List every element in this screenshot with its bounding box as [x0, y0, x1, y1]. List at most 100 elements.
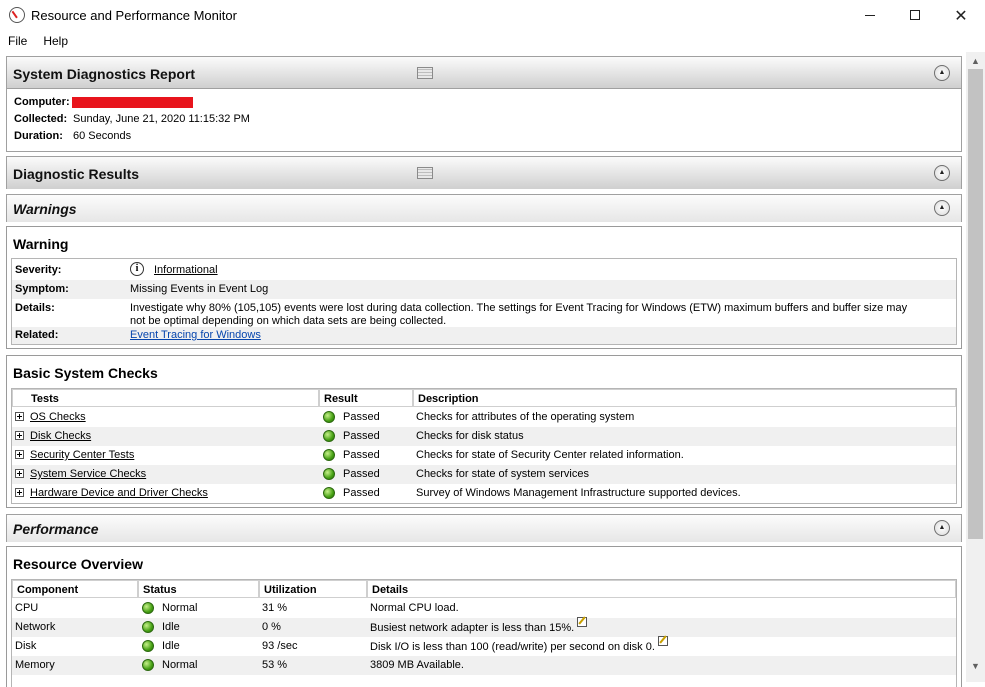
- passed-status-icon: [323, 468, 335, 480]
- passed-status-icon: [323, 449, 335, 461]
- details-label: Details:: [15, 302, 55, 314]
- diagnostic-view-icon[interactable]: [417, 167, 433, 179]
- component-utilization: 53 %: [262, 659, 288, 671]
- computer-name-redacted: [72, 97, 193, 108]
- maximize-button[interactable]: [892, 0, 938, 30]
- symptom-row: Symptom: Missing Events in Event Log: [12, 280, 956, 299]
- component-details: Disk I/O is less than 100 (read/write) p…: [370, 641, 655, 653]
- performance-panel: Performance ▲: [6, 514, 962, 542]
- vertical-scrollbar[interactable]: ▲ ▼: [966, 52, 985, 682]
- component-details-cell: Busiest network adapter is less than 15%…: [370, 617, 588, 634]
- report-content: System Diagnostics Report ▲ Computer: Co…: [0, 52, 966, 687]
- collected-label: Collected:: [14, 113, 68, 125]
- collapse-warnings-button[interactable]: ▲: [934, 200, 950, 216]
- details-line-1: Investigate why 80% (105,105) events wer…: [130, 302, 908, 314]
- column-description[interactable]: Description: [413, 389, 956, 407]
- component-name: Network: [15, 621, 56, 633]
- table-row: Network Idle 0 % Busiest network adapter…: [12, 617, 956, 637]
- component-status: Normal: [162, 659, 198, 671]
- column-result[interactable]: Result: [319, 389, 413, 407]
- information-icon: i: [130, 262, 144, 276]
- edit-note-icon[interactable]: [577, 617, 588, 627]
- status-ok-icon: [142, 659, 154, 671]
- duration-value: 60 Seconds: [73, 130, 132, 142]
- warning-box: Warning Severity: i Informational Sympto…: [6, 226, 962, 349]
- column-details[interactable]: Details: [367, 580, 956, 598]
- component-name: Disk: [15, 640, 37, 652]
- component-details: Normal CPU load.: [370, 602, 459, 614]
- basic-checks-title: Basic System Checks: [13, 365, 158, 381]
- test-description: Checks for attributes of the operating s…: [416, 411, 635, 423]
- severity-link[interactable]: Informational: [154, 264, 218, 276]
- collapse-diagnostic-button[interactable]: ▲: [934, 165, 950, 181]
- report-view-icon[interactable]: [417, 67, 433, 79]
- expand-icon[interactable]: [15, 412, 24, 421]
- scrollbar-thumb[interactable]: [968, 69, 983, 539]
- warnings-header[interactable]: Warnings ▲: [7, 195, 961, 222]
- test-link[interactable]: System Service Checks: [30, 468, 146, 480]
- details-row: Details: Investigate why 80% (105,105) e…: [12, 299, 956, 327]
- component-utilization: 93 /sec: [262, 640, 298, 652]
- edit-note-icon[interactable]: [657, 636, 668, 646]
- resource-overview-table: Component Status Utilization Details CPU…: [11, 579, 957, 687]
- table-row: CPU Normal 31 % Normal CPU load.: [12, 599, 956, 618]
- component-utilization: 31 %: [262, 602, 288, 614]
- passed-status-icon: [323, 487, 335, 499]
- test-link[interactable]: Security Center Tests: [30, 449, 134, 461]
- table-row: Hardware Device and Driver Checks Passed…: [12, 484, 956, 503]
- expand-icon[interactable]: [15, 431, 24, 440]
- basic-checks-table: Tests Result Description OS Checks Passe…: [11, 388, 957, 504]
- table-row: System Service Checks Passed Checks for …: [12, 465, 956, 484]
- column-tests[interactable]: Tests: [12, 389, 319, 407]
- related-row: Related: Event Tracing for Windows: [12, 327, 956, 344]
- duration-label: Duration:: [14, 130, 63, 142]
- menu-file[interactable]: File: [0, 34, 35, 48]
- maximize-icon: [910, 10, 920, 20]
- scroll-up-button[interactable]: ▲: [966, 52, 985, 69]
- test-result: Passed: [343, 468, 380, 480]
- close-icon: ✕: [954, 5, 968, 25]
- report-header-bar[interactable]: System Diagnostics Report ▲: [7, 57, 961, 89]
- passed-status-icon: [323, 430, 335, 442]
- component-name: CPU: [15, 602, 39, 614]
- scroll-down-button[interactable]: ▼: [966, 657, 985, 674]
- diagnostic-results-panel: Diagnostic Results ▲: [6, 156, 962, 189]
- performance-header[interactable]: Performance ▲: [7, 515, 961, 542]
- test-link[interactable]: Disk Checks: [30, 430, 91, 442]
- minimize-button[interactable]: [847, 0, 893, 30]
- test-result: Passed: [343, 487, 380, 499]
- test-result: Passed: [343, 449, 380, 461]
- column-utilization[interactable]: Utilization: [259, 580, 367, 598]
- passed-status-icon: [323, 411, 335, 423]
- component-utilization: 0 %: [262, 621, 281, 633]
- minimize-icon: [865, 14, 875, 16]
- test-result: Passed: [343, 411, 380, 423]
- status-ok-icon: [142, 640, 154, 652]
- related-link[interactable]: Event Tracing for Windows: [130, 329, 261, 341]
- basic-checks-box: Basic System Checks Tests Result Descrip…: [6, 355, 962, 508]
- expand-icon[interactable]: [15, 488, 24, 497]
- collapse-report-button[interactable]: ▲: [934, 65, 950, 81]
- resource-overview-title: Resource Overview: [13, 556, 143, 572]
- collected-value: Sunday, June 21, 2020 11:15:32 PM: [73, 113, 250, 125]
- diagnostic-results-header[interactable]: Diagnostic Results ▲: [7, 157, 961, 189]
- test-description: Checks for disk status: [416, 430, 524, 442]
- menu-help[interactable]: Help: [35, 34, 76, 48]
- warnings-title: Warnings: [13, 201, 77, 217]
- symptom-value: Missing Events in Event Log: [130, 283, 269, 295]
- test-link[interactable]: Hardware Device and Driver Checks: [30, 487, 208, 499]
- close-button[interactable]: ✕: [938, 0, 984, 30]
- expand-icon[interactable]: [15, 450, 24, 459]
- resource-overview-box: Resource Overview Component Status Utili…: [6, 546, 962, 687]
- related-label: Related:: [15, 329, 59, 341]
- test-link[interactable]: OS Checks: [30, 411, 86, 423]
- report-title: System Diagnostics Report: [13, 66, 196, 82]
- column-status[interactable]: Status: [138, 580, 259, 598]
- test-result: Passed: [343, 430, 380, 442]
- expand-icon[interactable]: [15, 469, 24, 478]
- warning-details-table: Severity: i Informational Symptom: Missi…: [11, 258, 957, 345]
- collapse-performance-button[interactable]: ▲: [934, 520, 950, 536]
- column-component[interactable]: Component: [12, 580, 138, 598]
- component-status: Normal: [162, 602, 198, 614]
- component-details: 3809 MB Available.: [370, 659, 464, 671]
